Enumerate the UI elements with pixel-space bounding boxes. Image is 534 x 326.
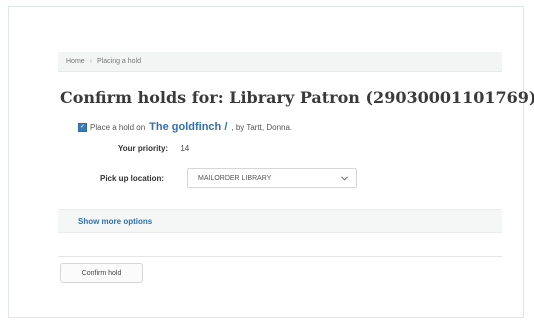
pickup-row: Pick up location: xyxy=(100,174,164,183)
book-title-link[interactable]: The goldfinch / xyxy=(149,121,227,133)
pickup-location-value: MAILORDER LIBRARY xyxy=(198,174,272,182)
pickup-label: Pick up location: xyxy=(100,174,165,183)
breadcrumb-home[interactable]: Home xyxy=(66,58,85,65)
breadcrumb-separator: › xyxy=(89,58,93,65)
priority-row: Your priority: 14 xyxy=(118,144,189,153)
chevron-down-icon xyxy=(341,175,348,181)
hold-prefix: Place a hold on xyxy=(90,122,146,132)
pickup-location-select[interactable]: MAILORDER LIBRARY xyxy=(187,168,357,188)
page-title: Confirm holds for: Library Patron (29030… xyxy=(60,88,534,107)
breadcrumb-current: Placing a hold xyxy=(97,58,142,65)
hold-checkbox[interactable]: ✓ xyxy=(78,122,87,132)
book-author: , by Tartt, Donna. xyxy=(231,122,293,132)
show-more-options-link[interactable]: Show more options xyxy=(78,217,152,226)
hold-line: ✓ Place a hold on The goldfinch / , by T… xyxy=(78,121,292,133)
priority-value: 14 xyxy=(180,144,190,153)
check-icon: ✓ xyxy=(79,123,86,130)
priority-label: Your priority: xyxy=(118,144,169,153)
divider xyxy=(58,256,502,257)
confirm-hold-button[interactable]: Confirm hold xyxy=(60,263,143,283)
breadcrumb: Home › Placing a hold xyxy=(58,52,502,72)
more-options-bar: Show more options xyxy=(58,209,502,233)
